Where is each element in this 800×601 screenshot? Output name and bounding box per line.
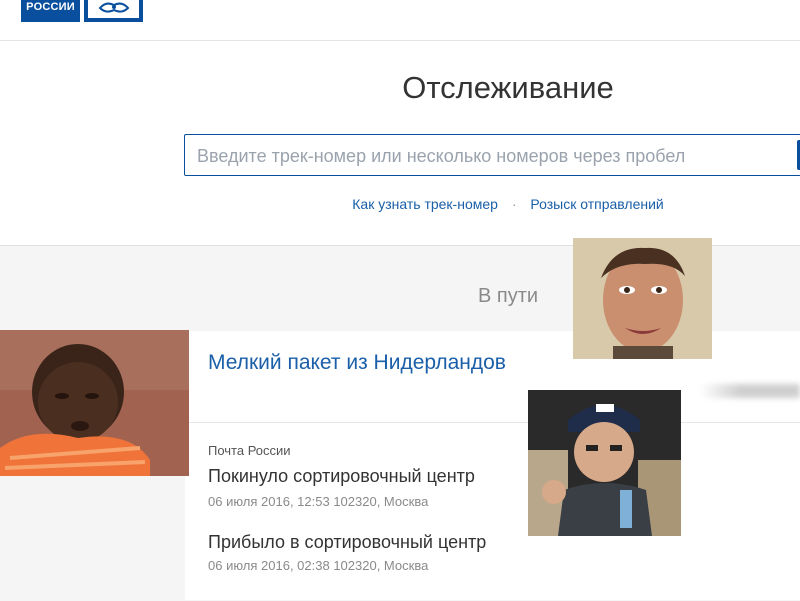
parcel-title[interactable]: Мелкий пакет из Нидерландов (208, 351, 506, 375)
how-to-find-track-link[interactable]: Как узнать трек-номер (352, 196, 498, 212)
track-number-input[interactable] (195, 135, 789, 177)
carrier-name: Почта России (208, 443, 291, 458)
site-header: РОССИИ (0, 0, 800, 41)
meme-photo-man (573, 238, 712, 359)
post-horn-icon (98, 2, 130, 13)
page-title: Отслеживание (402, 70, 614, 105)
meme-photo-kid (0, 330, 189, 476)
event-title: Покинуло сортировочный центр (208, 466, 475, 486)
track-search-box (184, 134, 800, 177)
event-meta: 06 июля 2016, 12:53 102320, Москва (208, 494, 429, 509)
event-title: Прибыло в сортировочный центр (208, 532, 487, 552)
search-parcels-link[interactable]: Розыск отправлений (530, 196, 663, 212)
logo-emblem[interactable] (84, 0, 143, 22)
event-title-cropped (208, 592, 458, 600)
logo-wordmark[interactable]: РОССИИ (21, 0, 80, 22)
help-links: Как узнать трек-номер · Розыск отправлен… (0, 196, 800, 212)
link-separator: · (511, 196, 517, 212)
parcel-date-blurred (700, 384, 800, 398)
event-meta: 06 июля 2016, 02:38 102320, Москва (208, 558, 429, 573)
meme-photo-actor (528, 390, 681, 536)
card-divider (185, 422, 800, 423)
